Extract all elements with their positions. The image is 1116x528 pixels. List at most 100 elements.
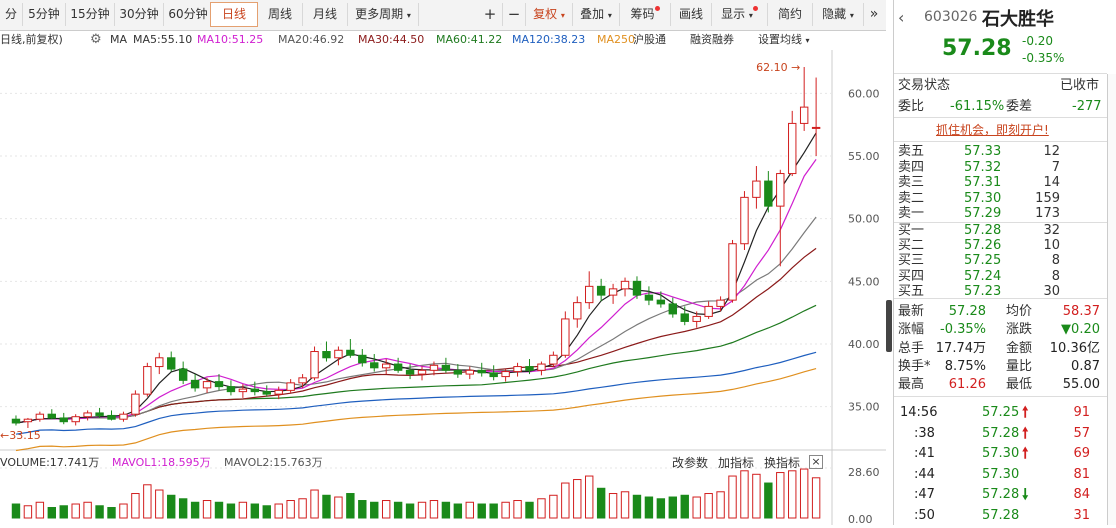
xianshi-dropdown[interactable]: 显示 ▾ xyxy=(712,3,768,26)
volume-bar xyxy=(573,479,582,519)
volume-bar xyxy=(155,489,164,519)
candle xyxy=(238,388,248,393)
ma120-value: MA120:38.23 xyxy=(512,33,586,46)
period-30min-button[interactable]: 30分钟 xyxy=(115,3,164,26)
period-minute-button[interactable]: 分 xyxy=(0,3,23,26)
volume-bar xyxy=(477,503,486,519)
fuquan-label: 复权 xyxy=(533,7,558,21)
candle xyxy=(477,369,486,374)
notification-dot-icon xyxy=(752,6,758,11)
y-tick-label: 55.00 xyxy=(848,150,880,163)
period-5min-button[interactable]: 5分钟 xyxy=(23,3,66,26)
stat-value: -0.35% xyxy=(940,322,986,338)
volume-bar xyxy=(608,493,618,519)
high-price-label: 62.10 → xyxy=(756,61,800,74)
kline-chart[interactable]: 60.00 55.00 50.00 45.00 40.00 35.00 62.10 → ←33… xyxy=(0,50,886,526)
candle xyxy=(549,354,558,365)
yincang-label: 隐藏 xyxy=(822,7,847,21)
fuquan-dropdown[interactable]: 复权 ▾ xyxy=(526,3,573,26)
tick-time: :47 xyxy=(914,487,935,502)
switch-indicator-button[interactable]: 换指标 xyxy=(764,455,800,471)
close-icon[interactable]: × xyxy=(809,455,823,469)
tick-price: 57.28 xyxy=(982,507,1020,523)
period-monthly-button[interactable]: 月线 xyxy=(303,3,348,26)
candle xyxy=(310,351,319,379)
zoom-out-button[interactable]: − xyxy=(503,3,526,26)
candle xyxy=(632,280,642,296)
volume-bar xyxy=(525,501,534,519)
yincang-dropdown[interactable]: 隐藏 ▾ xyxy=(813,3,864,26)
stat-label: 涨跌 xyxy=(1006,322,1033,338)
period-weekly-button[interactable]: 周线 xyxy=(258,3,303,26)
candle xyxy=(429,364,439,371)
ma250-value: MA250 xyxy=(597,33,636,46)
stat-value: 17.74万 xyxy=(935,340,986,356)
quote-panel: ‹ 603026 石大胜华 57.28 -0.20 -0.35% 交易状态 已收… xyxy=(893,0,1116,525)
tick-row: :41 57.30 🠕 69 xyxy=(894,444,1104,463)
tick-row: :47 57.28 🠗 84 xyxy=(894,485,1104,504)
tick-time: 14:56 xyxy=(900,405,938,420)
rzrq-button[interactable]: 融资融券 xyxy=(690,30,734,50)
diejia-label: 叠加 xyxy=(580,7,605,21)
candle xyxy=(811,126,821,129)
more-periods-button[interactable]: 更多周期 ▾ xyxy=(348,3,419,26)
candle xyxy=(501,371,510,378)
hgt-button[interactable]: 沪股通 xyxy=(633,30,666,50)
weibi-label: 委比 xyxy=(898,99,925,114)
scrollbar[interactable] xyxy=(1107,74,1116,525)
open-account-link[interactable]: 抓住机会，即刻开户! xyxy=(936,121,1049,138)
candle xyxy=(155,357,164,368)
period-toolbar: 分 5分钟 15分钟 30分钟 60分钟 日线 周线 月线 更多周期 ▾ + −… xyxy=(0,0,886,31)
candle xyxy=(608,288,618,296)
divider xyxy=(894,396,1107,397)
ma60-value: MA60:41.22 xyxy=(436,33,503,46)
volume-bar xyxy=(764,482,773,519)
candle xyxy=(656,299,666,305)
huaxian-button[interactable]: 画线 xyxy=(671,3,712,26)
period-60min-button[interactable]: 60分钟 xyxy=(164,3,213,26)
candle xyxy=(274,389,283,395)
volume-bar xyxy=(656,498,666,519)
tick-price: 57.28 xyxy=(982,425,1020,441)
jianyue-button[interactable]: 简约 xyxy=(768,3,813,26)
volume-bar xyxy=(238,501,248,519)
tick-price: 57.25 xyxy=(982,405,1020,420)
candle xyxy=(190,379,200,389)
panel-toggle-handle[interactable] xyxy=(886,300,892,352)
mavol1-value: MAVOL1:18.595万 xyxy=(112,456,211,469)
volume-bar xyxy=(95,505,104,519)
gear-icon[interactable]: ⚙ xyxy=(90,30,102,50)
tick-row: 14:56 57.25 🠕 91 xyxy=(894,403,1104,422)
period-15min-button[interactable]: 15分钟 xyxy=(66,3,115,26)
period-daily-button[interactable]: 日线 xyxy=(210,2,258,27)
chart-area[interactable]: 60.00 55.00 50.00 45.00 40.00 35.00 62.10 → ←33… xyxy=(0,50,886,526)
candle xyxy=(465,369,474,375)
stat-label: 最新 xyxy=(898,304,925,319)
diejia-dropdown[interactable]: 叠加 ▾ xyxy=(573,3,620,26)
tick-volume: 31 xyxy=(1073,507,1090,523)
ma10-value: MA10:51.25 xyxy=(197,33,264,46)
zoom-in-button[interactable]: + xyxy=(478,3,503,26)
add-indicator-button[interactable]: 加指标 xyxy=(718,455,754,471)
weibi-value: -61.15% xyxy=(950,99,1005,114)
weibi-row: 委比 -61.15% 委差 -277 xyxy=(894,97,1104,116)
candle xyxy=(573,302,582,320)
stats-row: 换手* 8.75% 量比 0.87 xyxy=(894,357,1104,376)
candle xyxy=(143,366,152,395)
collapse-panel-button[interactable]: » xyxy=(864,3,884,26)
candle xyxy=(298,377,307,384)
candle xyxy=(441,364,451,371)
chevron-left-icon[interactable]: ‹ xyxy=(898,8,904,27)
volume-bar xyxy=(35,501,45,519)
stat-value: 10.36亿 xyxy=(1049,340,1100,356)
volume-bar xyxy=(23,505,33,519)
volume-bar xyxy=(668,496,678,519)
volume-bar xyxy=(811,477,821,519)
volume-bar xyxy=(489,503,498,519)
change-params-button[interactable]: 改参数 xyxy=(672,455,708,471)
chevron-down-icon: ▾ xyxy=(849,11,854,20)
chouma-button[interactable]: 筹码 xyxy=(620,3,671,26)
ma-settings-dropdown[interactable]: 设置均线 ▾ xyxy=(758,30,810,51)
candle xyxy=(453,369,463,375)
candle xyxy=(525,366,534,371)
